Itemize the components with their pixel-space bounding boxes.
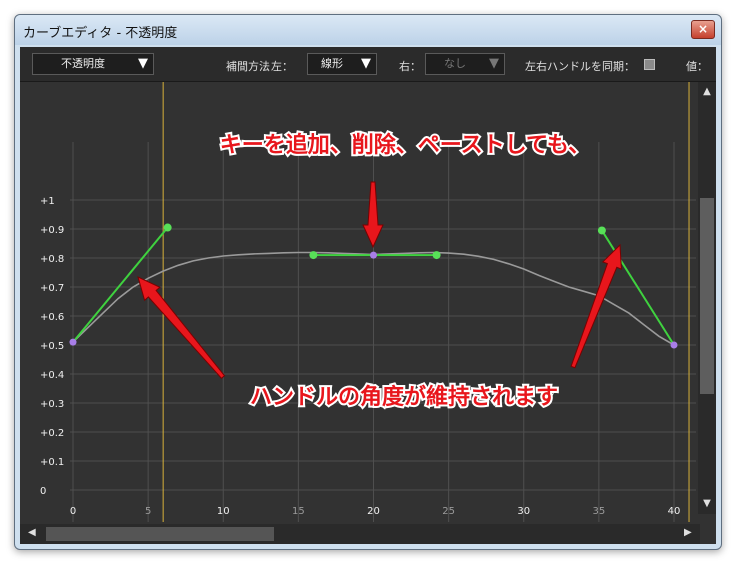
keyframe-point <box>69 338 77 346</box>
left-interp-value: 線形 <box>321 57 343 70</box>
sync-handles-label: 左右ハンドルを同期： <box>525 60 635 73</box>
handle-line <box>601 229 675 346</box>
handle-point <box>163 223 172 232</box>
x-tick-label: 15 <box>292 506 305 517</box>
y-tick-label: +0.1 <box>40 457 64 468</box>
handle-point <box>432 251 441 260</box>
curve-editor-window: カーブエディタ - 不透明度 × 不透明度 ▼ 補間方法 左： 線形 ▼ 右： … <box>14 14 722 550</box>
x-tick-label: 30 <box>517 506 530 517</box>
x-tick-label: 0 <box>70 506 76 517</box>
y-tick-label: +0.5 <box>40 341 64 352</box>
value-label: 値： <box>686 60 708 73</box>
left-interp-select[interactable]: 線形 ▼ <box>307 53 377 75</box>
editor-client: 不透明度 ▼ 補間方法 左： 線形 ▼ 右： なし ▼ 左右ハンドルを同期： 値… <box>20 47 716 544</box>
sync-handles-checkbox[interactable] <box>644 59 655 70</box>
y-tick-label: +0.9 <box>40 225 64 236</box>
right-interp-select[interactable]: なし ▼ <box>425 53 505 75</box>
x-tick-label: 35 <box>593 506 606 517</box>
y-tick-label: 0 <box>40 486 46 497</box>
toolbar: 不透明度 ▼ 補間方法 左： 線形 ▼ 右： なし ▼ 左右ハンドルを同期： 値… <box>20 47 716 82</box>
y-tick-label: +0.7 <box>40 283 64 294</box>
x-tick-label: 25 <box>442 506 455 517</box>
title-bar[interactable]: カーブエディタ - 不透明度 × <box>15 15 721 45</box>
vertical-scroll-thumb[interactable] <box>700 198 714 394</box>
right-label: 右： <box>399 60 421 73</box>
close-button[interactable]: × <box>691 20 715 39</box>
x-tick-label: 20 <box>367 506 380 517</box>
keyframe-point <box>670 341 678 349</box>
handle-point <box>309 251 318 260</box>
dropdown-arrow-icon: ▼ <box>361 56 371 71</box>
x-tick-label: 5 <box>145 506 151 517</box>
horizontal-scrollbar[interactable]: ◀ ▶ <box>20 524 700 544</box>
scroll-down-icon[interactable]: ▼ <box>698 498 716 509</box>
y-tick-label: +0.6 <box>40 312 64 323</box>
dropdown-arrow-icon: ▼ <box>138 56 148 71</box>
y-tick-label: +0.8 <box>40 254 64 265</box>
horizontal-scroll-thumb[interactable] <box>46 527 274 541</box>
x-tick-label: 40 <box>668 506 681 517</box>
keyframe-point <box>370 251 377 259</box>
property-select-value: 不透明度 <box>61 57 105 70</box>
annotation-top: キーを追加、削除、ペーストしても、 <box>220 132 590 158</box>
y-tick-label: +0.4 <box>40 370 64 381</box>
property-select[interactable]: 不透明度 ▼ <box>32 53 154 75</box>
scroll-right-icon[interactable]: ▶ <box>684 527 692 538</box>
y-tick-label: +0.2 <box>40 428 64 439</box>
right-interp-value: なし <box>444 57 466 70</box>
x-tick-label: 10 <box>217 506 230 517</box>
vertical-scrollbar[interactable]: ▲ ▼ <box>698 82 716 514</box>
interp-label: 補間方法 <box>226 60 270 73</box>
left-label: 左： <box>271 60 293 73</box>
curve-plot[interactable]: +1 +0.9 +0.8 +0.7 +0.6 +0.5 +0.4 +0.3 +0.2 +0.1 0 0… <box>20 82 716 544</box>
annotation-bottom: ハンドルの角度が維持されます <box>250 384 558 410</box>
scroll-up-icon[interactable]: ▲ <box>698 86 716 97</box>
annotation-arrow-icon <box>362 181 384 249</box>
dropdown-arrow-icon: ▼ <box>489 56 499 71</box>
annotation-arrow-icon <box>570 243 622 369</box>
curve-graph[interactable]: +1 +0.9 +0.8 +0.7 +0.6 +0.5 +0.4 +0.3 +0.2 +0.1 0 0… <box>20 82 698 524</box>
scroll-left-icon[interactable]: ◀ <box>28 527 36 538</box>
window-title: カーブエディタ - 不透明度 <box>23 26 178 41</box>
y-tick-label: +0.3 <box>40 399 64 410</box>
handle-point <box>597 226 606 235</box>
y-tick-label: +1 <box>40 196 55 207</box>
annotation-arrow-icon <box>137 276 226 379</box>
